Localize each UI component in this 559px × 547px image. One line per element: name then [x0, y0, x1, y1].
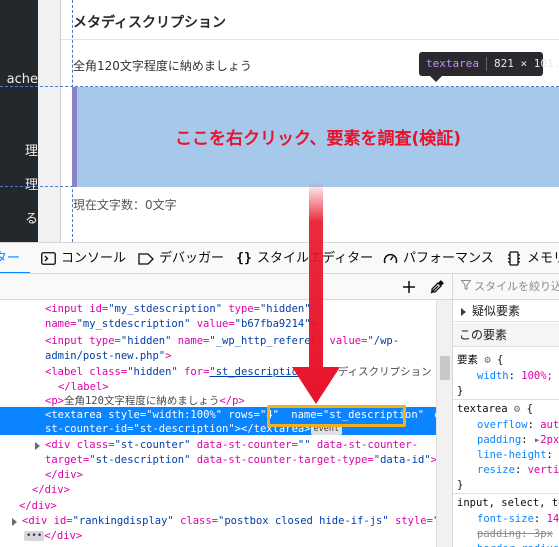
tab-label: デバッガー [159, 251, 225, 266]
rule-declaration[interactable]: overflow: aut [477, 418, 559, 433]
sidebar-item-other[interactable]: る [0, 208, 38, 227]
tab-console[interactable]: コンソール [40, 243, 127, 273]
rule-declaration[interactable]: line-height: 1 [477, 448, 559, 463]
markup-line[interactable]: </div> [19, 500, 57, 513]
red-down-arrow-icon [292, 182, 340, 404]
wp-admin-sidebar: ache 理 理 る [0, 0, 38, 242]
sidebar-item-label: ache [6, 72, 38, 87]
character-counter: 現在文字数：0文字 [73, 198, 177, 212]
markup-line[interactable]: name="my_stdescription" value="b67fba921… [45, 318, 317, 331]
rules-panel: スタイルを絞り込 疑似要素 この要素 要素 ⚙ { width: 100%; }… [452, 274, 559, 547]
markup-line[interactable]: <p>全角120文字程度に納めましょう</p> [45, 395, 245, 408]
sidebar-item-manage-2[interactable]: 理 [0, 174, 38, 193]
rule-selector[interactable]: input, select, te [457, 496, 559, 511]
markup-scrollbar[interactable] [436, 300, 452, 547]
sidebar-item-cache[interactable]: ache [0, 72, 38, 87]
markup-line[interactable]: </div> [45, 469, 83, 482]
filter-placeholder: スタイルを絞り込 [474, 280, 559, 293]
markup-line[interactable]: <div class="st-counter" data-st-counter=… [45, 439, 418, 452]
rule-close: } [457, 385, 464, 397]
expand-triangle-icon[interactable] [12, 518, 17, 526]
meta-instruction-text: 全角120文字程度に納めましょう [73, 59, 252, 73]
tab-label: メモリ [527, 251, 559, 266]
collapsed-content-badge[interactable]: ••• [24, 531, 45, 541]
performance-icon [382, 251, 398, 267]
eyedropper-icon[interactable] [428, 278, 446, 296]
tooltip-arrow [430, 76, 442, 82]
rule-selector[interactable]: 要素 ⚙ { [457, 353, 503, 368]
rule-selector[interactable]: textarea ⚙ { [457, 402, 533, 417]
sidebar-item-label: る [24, 212, 38, 227]
tab-memory[interactable]: メモリ [506, 243, 559, 273]
tooltip-size: 821 × 101.4 [493, 57, 559, 70]
style-editor-icon: {} [236, 251, 252, 266]
memory-icon [506, 251, 522, 267]
rule-declaration[interactable]: width: 100%; [477, 369, 553, 384]
rule-declaration[interactable]: font-size: 14p [477, 512, 559, 527]
annotation-instruction: ここを右クリック、要素を調査(検証) [174, 129, 461, 149]
pseudo-elements-label: 疑似要素 [472, 304, 521, 318]
scrollbar-thumb[interactable] [440, 356, 450, 380]
markup-line[interactable]: </label> [58, 381, 109, 394]
tab-performance[interactable]: パフォーマンス [382, 243, 494, 273]
inspector-tooltip: textarea 821 × 101.4 [419, 52, 559, 76]
tab-label: パフォーマンス [403, 251, 494, 266]
tab-inspector[interactable]: ター [0, 243, 21, 273]
sidebar-item-label: 理 [24, 144, 38, 159]
rule-declaration[interactable]: padding: ▸2px [477, 433, 559, 448]
divider [61, 39, 559, 40]
tab-debugger[interactable]: デバッガー [138, 243, 225, 273]
this-element-header: この要素 [453, 323, 559, 347]
add-node-icon[interactable] [400, 278, 418, 296]
markup-line[interactable]: </div> [32, 484, 70, 497]
console-icon [40, 251, 56, 267]
style-filter-input[interactable]: スタイルを絞り込 [453, 274, 559, 300]
markup-line[interactable]: <input type="hidden" name="_wp_http_refe… [45, 335, 399, 348]
tab-label: コンソール [61, 251, 127, 266]
rule-divider [453, 399, 559, 400]
name-attribute-callout [267, 405, 406, 427]
tooltip-tag: textarea [426, 57, 479, 70]
markup-toolbar [0, 274, 452, 300]
markup-line[interactable]: ••• </div> [24, 530, 82, 543]
markup-line[interactable]: <input id="my_stdescription" type="hidde… [45, 303, 311, 316]
rule-declaration[interactable]: border-radius: [477, 542, 559, 547]
markup-line[interactable]: <label class="hidden" for="st_descriptio… [45, 366, 432, 379]
pseudo-elements-toggle[interactable]: 疑似要素 [453, 300, 559, 322]
gear-icon[interactable]: ⚙ [514, 403, 520, 415]
expand-triangle-icon[interactable] [35, 442, 40, 450]
markup-line[interactable]: admin/post-new.php"> [45, 350, 171, 363]
rule-declaration-overridden[interactable]: padding: 3px [477, 527, 553, 542]
tab-label: ター [0, 251, 21, 266]
devtools-tab-bar: ター コンソール デバッガー {} スタイルエディター パフォーマンス メモリ [0, 242, 559, 274]
rule-declaration[interactable]: resize: vertic [477, 463, 559, 478]
rule-divider [453, 493, 559, 494]
sidebar-item-label: 理 [24, 178, 38, 193]
rule-close: } [457, 479, 464, 491]
markup-line[interactable]: <div id="rankingdisplay" class="postbox … [22, 515, 452, 528]
markup-line[interactable]: target="st-description" data-st-counter-… [45, 454, 464, 467]
debugger-icon [138, 251, 154, 267]
meta-box-title: メタディスクリプション [73, 15, 227, 31]
sidebar-item-manage-1[interactable]: 理 [0, 140, 38, 159]
gear-icon[interactable]: ⚙ [484, 354, 490, 366]
filter-icon [460, 274, 472, 300]
expand-triangle-icon [461, 307, 466, 316]
